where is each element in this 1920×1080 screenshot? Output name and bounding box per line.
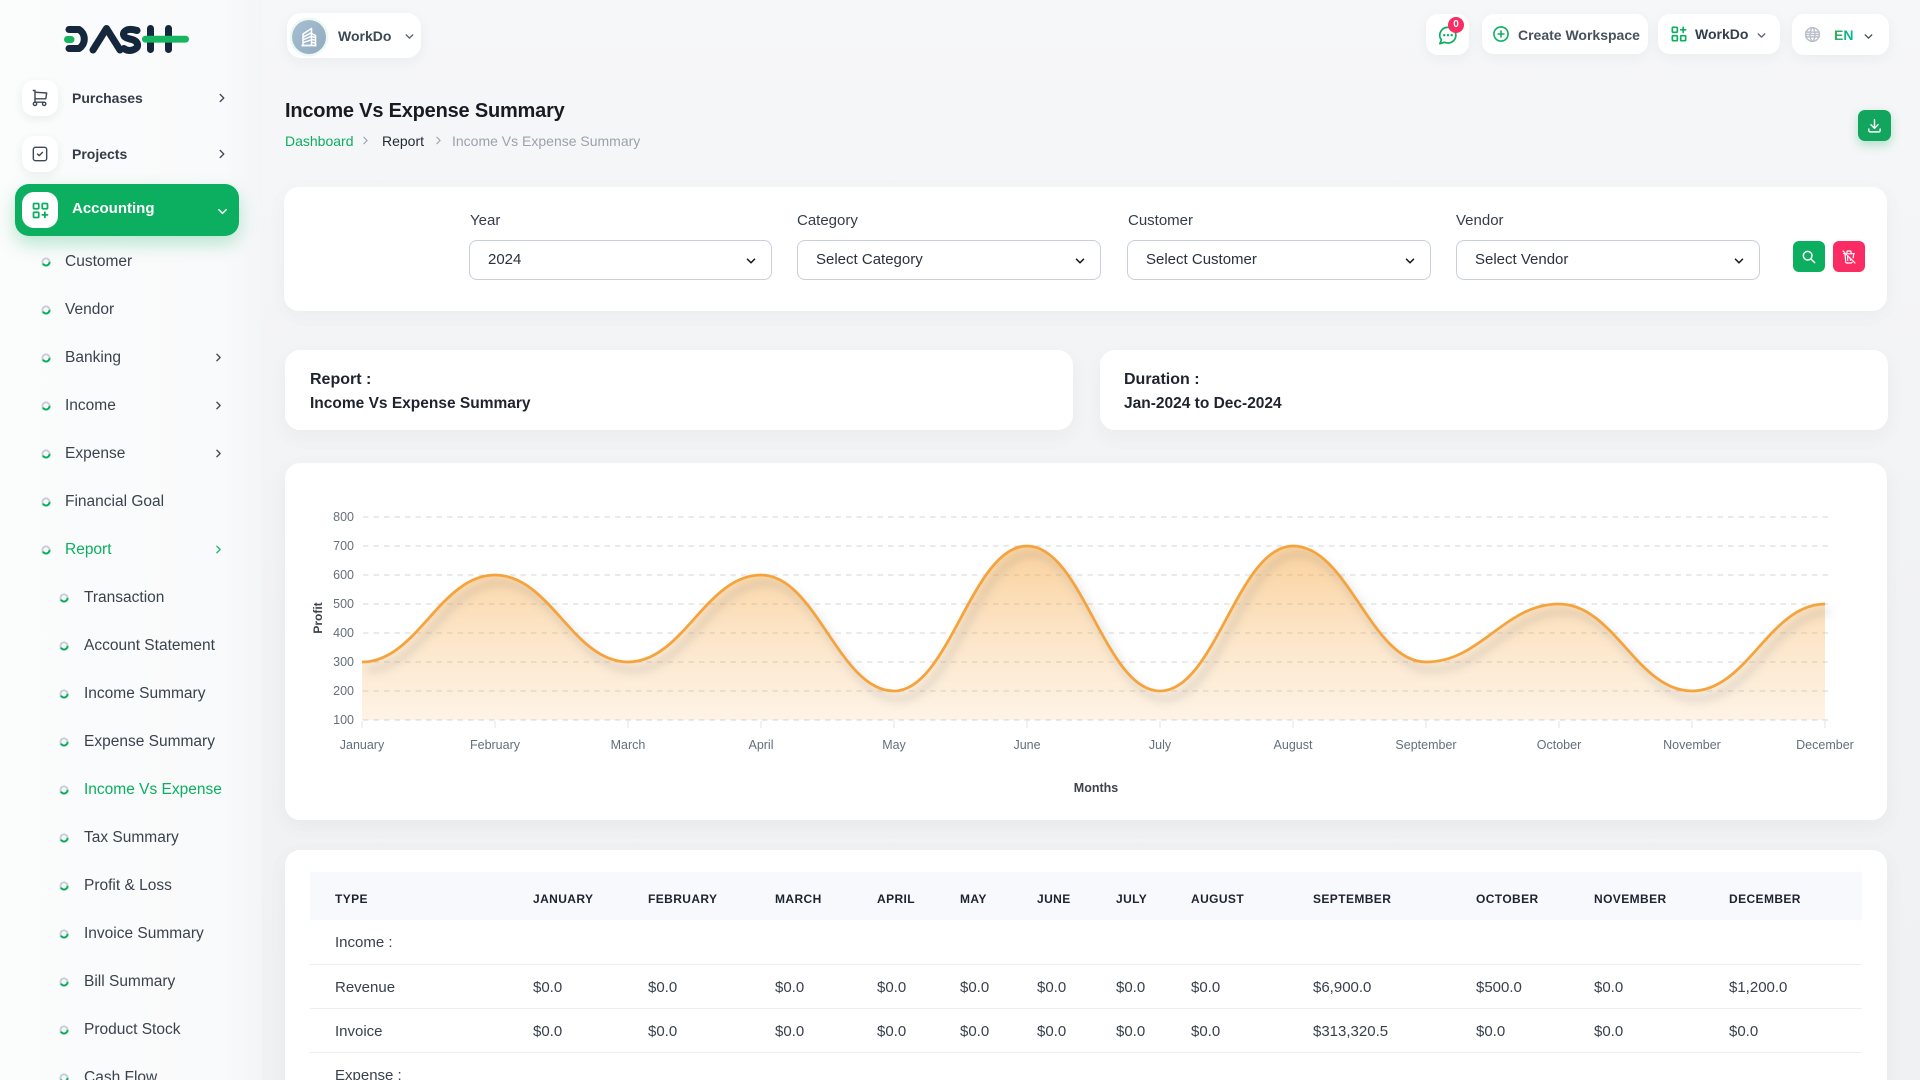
svg-text:June: June — [1013, 738, 1040, 752]
svg-text:600: 600 — [333, 568, 354, 582]
svg-text:February: February — [470, 738, 521, 752]
svg-text:July: July — [1149, 738, 1172, 752]
svg-text:100: 100 — [333, 713, 354, 727]
svg-text:300: 300 — [333, 655, 354, 669]
svg-text:700: 700 — [333, 539, 354, 553]
svg-text:800: 800 — [333, 510, 354, 524]
svg-text:500: 500 — [333, 597, 354, 611]
svg-text:October: October — [1537, 738, 1581, 752]
svg-text:Months: Months — [1074, 781, 1118, 795]
svg-text:September: September — [1395, 738, 1456, 752]
svg-text:August: August — [1274, 738, 1313, 752]
svg-text:Profit: Profit — [311, 602, 325, 633]
svg-text:April: April — [748, 738, 773, 752]
svg-text:200: 200 — [333, 684, 354, 698]
svg-text:November: November — [1663, 738, 1721, 752]
svg-text:March: March — [611, 738, 646, 752]
svg-text:400: 400 — [333, 626, 354, 640]
svg-text:May: May — [882, 738, 906, 752]
svg-text:January: January — [340, 738, 385, 752]
svg-text:December: December — [1796, 738, 1854, 752]
